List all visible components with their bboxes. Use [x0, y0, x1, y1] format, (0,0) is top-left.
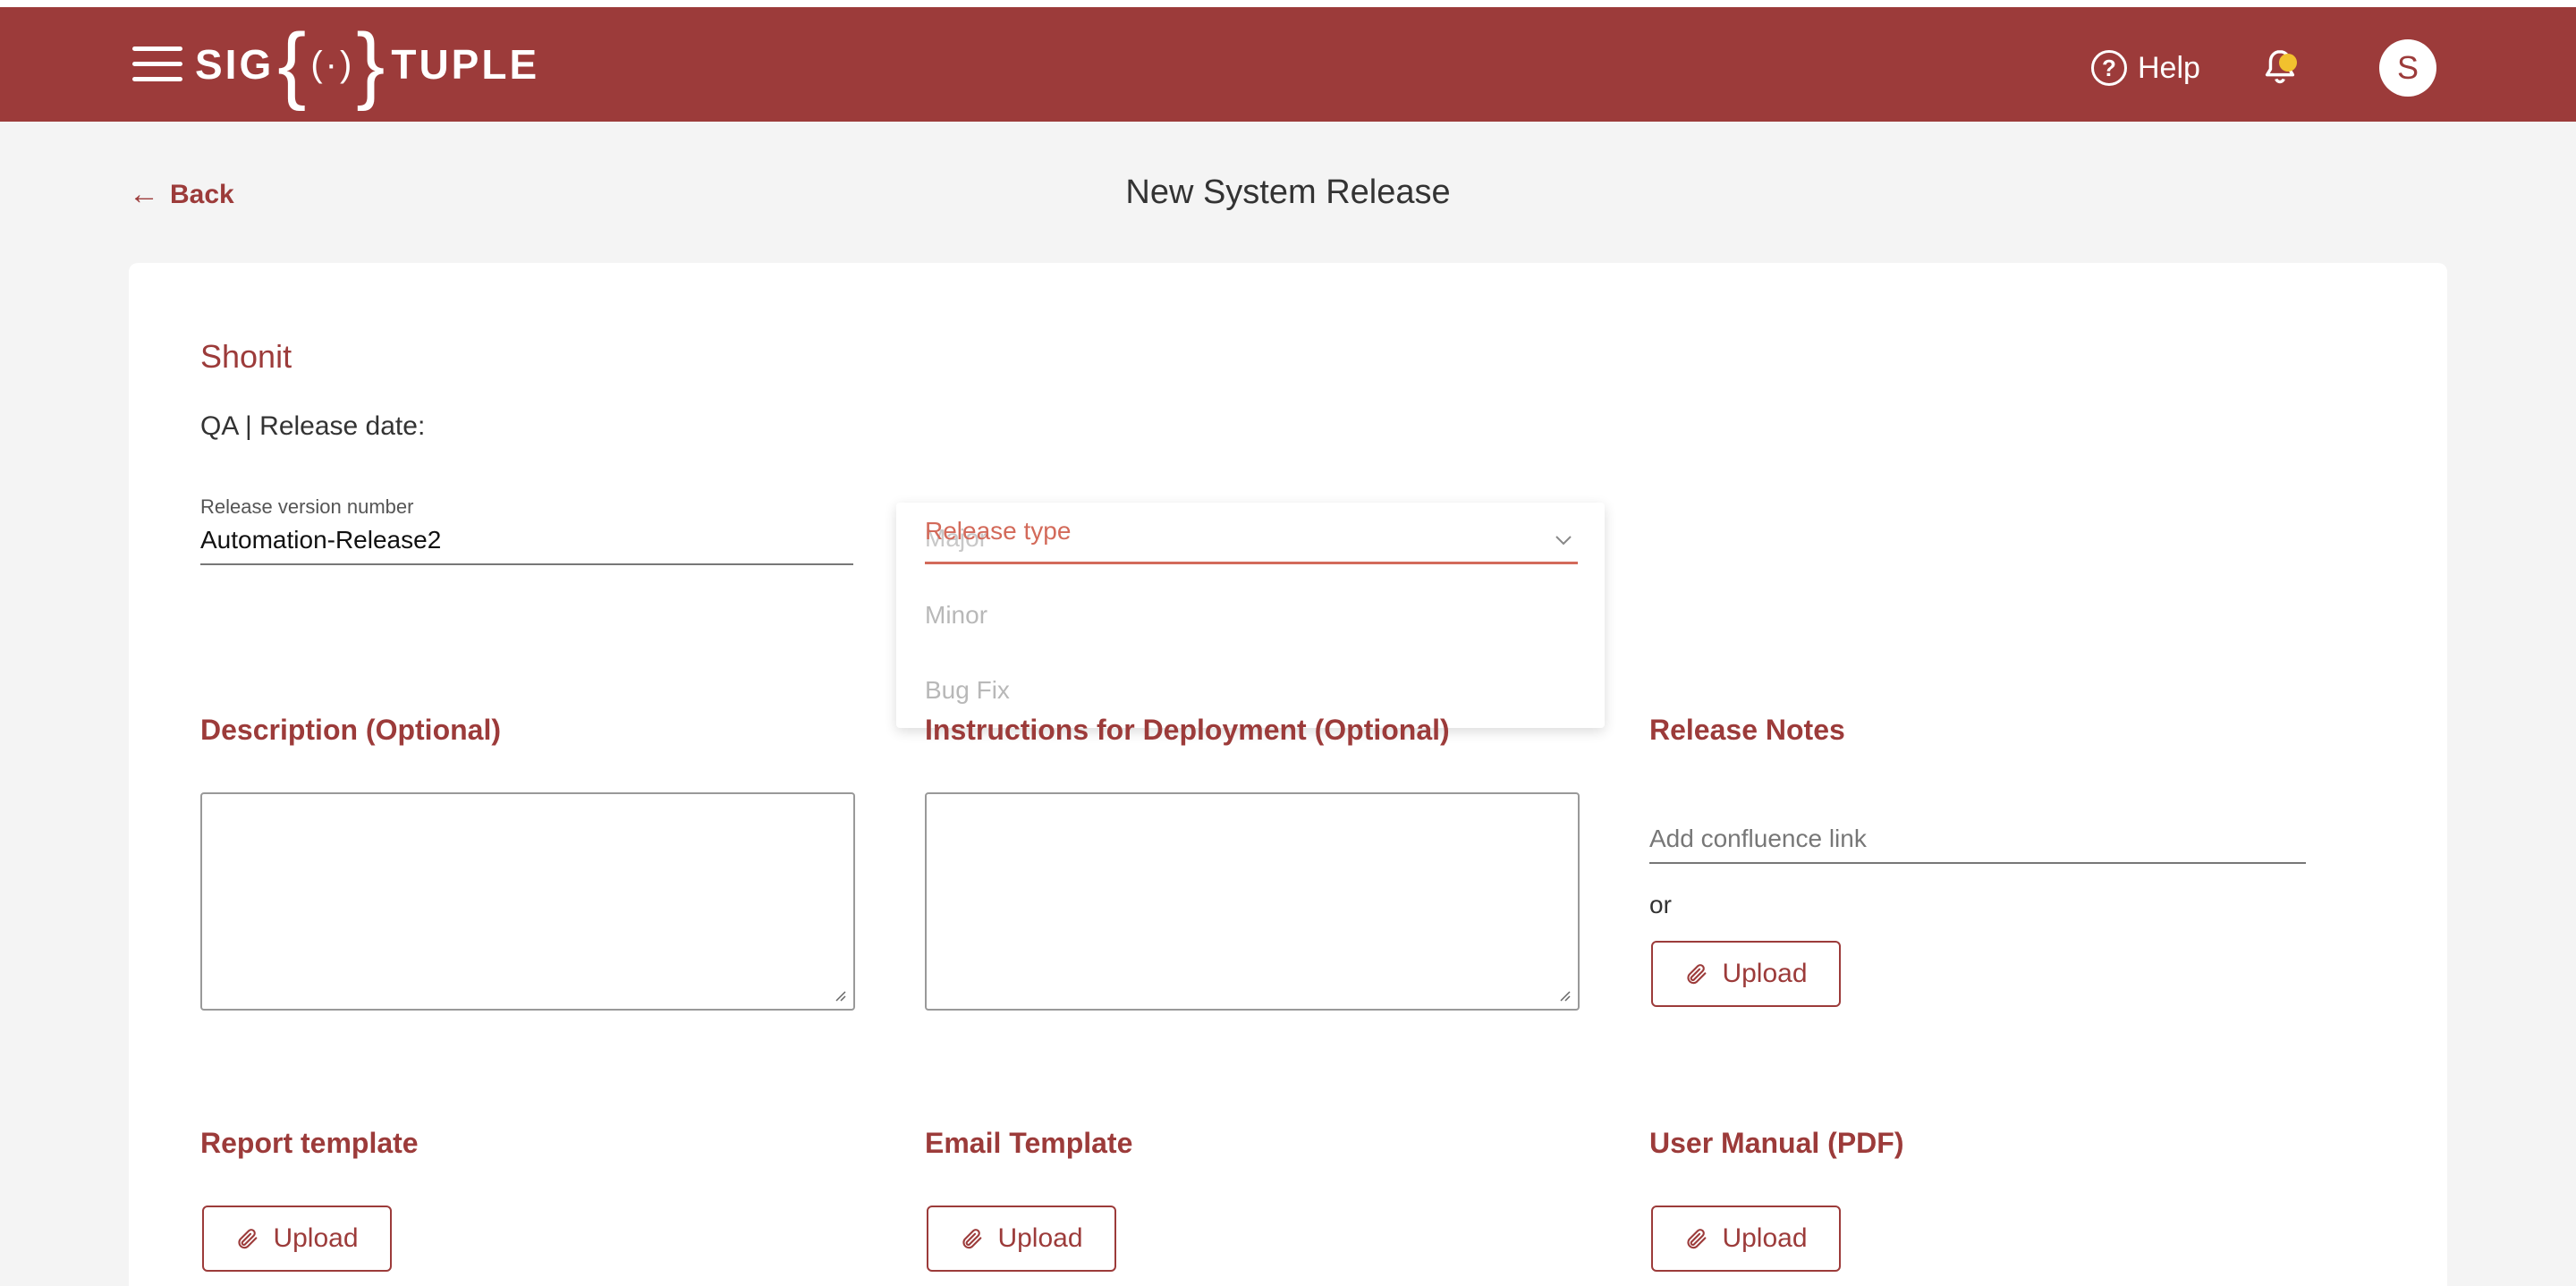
instructions-title: Instructions for Deployment (Optional): [925, 714, 1450, 746]
user-manual-upload-button[interactable]: Upload: [1651, 1206, 1841, 1272]
help-link[interactable]: ? Help: [2091, 47, 2200, 89]
version-input[interactable]: Automation-Release2: [200, 526, 853, 565]
email-template-title: Email Template: [925, 1127, 1133, 1159]
or-text: or: [1649, 891, 1672, 918]
page-title: New System Release: [1125, 173, 1451, 211]
form-card: [129, 263, 2447, 1286]
release-type-underline: [925, 562, 1578, 564]
notification-dot: [2279, 54, 2297, 72]
email-template-upload-button[interactable]: Upload: [927, 1206, 1116, 1272]
resize-handle-icon[interactable]: [1556, 987, 1571, 1002]
help-icon: ?: [2091, 50, 2127, 86]
help-label: Help: [2138, 50, 2200, 85]
upload-label: Upload: [997, 1223, 1083, 1253]
menu-icon[interactable]: [132, 47, 182, 82]
release-notes-upload-button[interactable]: Upload: [1651, 941, 1841, 1007]
top-strip: [0, 0, 2576, 7]
paperclip-icon: [962, 1229, 982, 1249]
option-minor[interactable]: Minor: [925, 601, 987, 630]
qa-release-date: QA | Release date:: [200, 411, 426, 441]
report-template-title: Report template: [200, 1127, 419, 1159]
release-notes-title: Release Notes: [1649, 714, 1845, 746]
confluence-link-input[interactable]: Add confluence link: [1649, 814, 2306, 864]
product-name: Shonit: [200, 338, 292, 375]
paperclip-icon: [238, 1229, 258, 1249]
avatar-initial: S: [2396, 49, 2419, 86]
avatar[interactable]: S: [2379, 39, 2436, 97]
paperclip-icon: [1687, 1229, 1707, 1249]
user-manual-title: User Manual (PDF): [1649, 1127, 1904, 1159]
description-title: Description (Optional): [200, 714, 501, 746]
upload-label: Upload: [273, 1223, 359, 1253]
sigtuple-logo: SIG {(·)} TUPLE: [195, 16, 540, 112]
release-type-label[interactable]: Release type: [925, 517, 1071, 546]
upload-label: Upload: [1722, 959, 1808, 988]
report-template-upload-button[interactable]: Upload: [202, 1206, 392, 1272]
chevron-down-icon[interactable]: [1553, 529, 1574, 551]
upload-label: Upload: [1722, 1223, 1808, 1253]
resize-handle-icon[interactable]: [832, 987, 846, 1002]
option-bug-fix[interactable]: Bug Fix: [925, 676, 1010, 705]
paperclip-icon: [1687, 964, 1707, 985]
instructions-textarea[interactable]: [925, 792, 1580, 1011]
description-textarea[interactable]: [200, 792, 855, 1011]
version-label: Release version number: [200, 495, 414, 518]
